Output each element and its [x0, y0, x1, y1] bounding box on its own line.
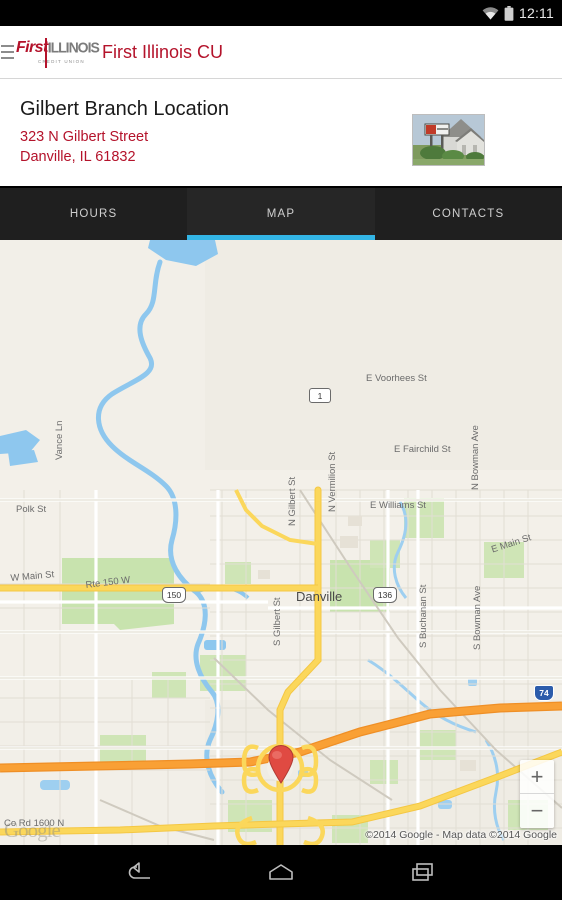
- google-watermark: Google: [4, 818, 61, 842]
- route-shield-74: 74: [534, 685, 554, 701]
- app-title: First Illinois CU: [102, 41, 224, 62]
- android-navigation-bar: [0, 845, 562, 900]
- recent-apps-icon[interactable]: [406, 858, 440, 888]
- branch-title: Gilbert Branch Location: [20, 98, 230, 120]
- tab-contacts[interactable]: CONTACTS: [375, 188, 562, 240]
- status-time: 12:11: [519, 5, 554, 21]
- app-screen: 12:11 First ILLINOIS CREDIT UNION First I…: [0, 0, 562, 900]
- home-icon[interactable]: [264, 858, 298, 888]
- branch-address-line2[interactable]: Danville, IL 61832: [20, 149, 136, 165]
- branch-address-line1[interactable]: 323 N Gilbert Street: [20, 129, 148, 145]
- battery-icon: [504, 5, 514, 21]
- location-pin-marker[interactable]: [267, 744, 295, 784]
- tab-map[interactable]: MAP: [187, 188, 375, 240]
- map-view[interactable]: N Gilbert St N Vermilion St E Voorhees S…: [0, 240, 562, 845]
- map-attribution: ©2014 Google - Map data ©2014 Google: [365, 829, 557, 841]
- logo-illinois-text: ILLINOIS: [47, 38, 100, 56]
- tab-bar: HOURS MAP CONTACTS: [0, 188, 562, 240]
- wifi-icon: [482, 6, 499, 20]
- app-bar: First ILLINOIS CREDIT UNION First Illinoi…: [0, 26, 562, 79]
- zoom-out-button[interactable]: −: [520, 794, 554, 828]
- credit-union-logo: First ILLINOIS CREDIT UNION: [16, 30, 100, 74]
- zoom-in-button[interactable]: +: [520, 760, 554, 794]
- route-shield-150: 150: [162, 587, 186, 603]
- logo-first-text: First: [16, 39, 48, 56]
- route-shield-136: 136: [373, 587, 397, 603]
- logo-accent-bar: [45, 38, 47, 68]
- route-shield-1: 1: [309, 388, 331, 403]
- hamburger-menu-icon[interactable]: [1, 39, 15, 65]
- back-arrow-icon[interactable]: [122, 858, 156, 888]
- status-bar: 12:11: [0, 0, 562, 26]
- map-zoom-controls: + −: [520, 760, 554, 828]
- branch-photo-thumbnail[interactable]: [412, 114, 485, 166]
- tab-hours[interactable]: HOURS: [0, 188, 187, 240]
